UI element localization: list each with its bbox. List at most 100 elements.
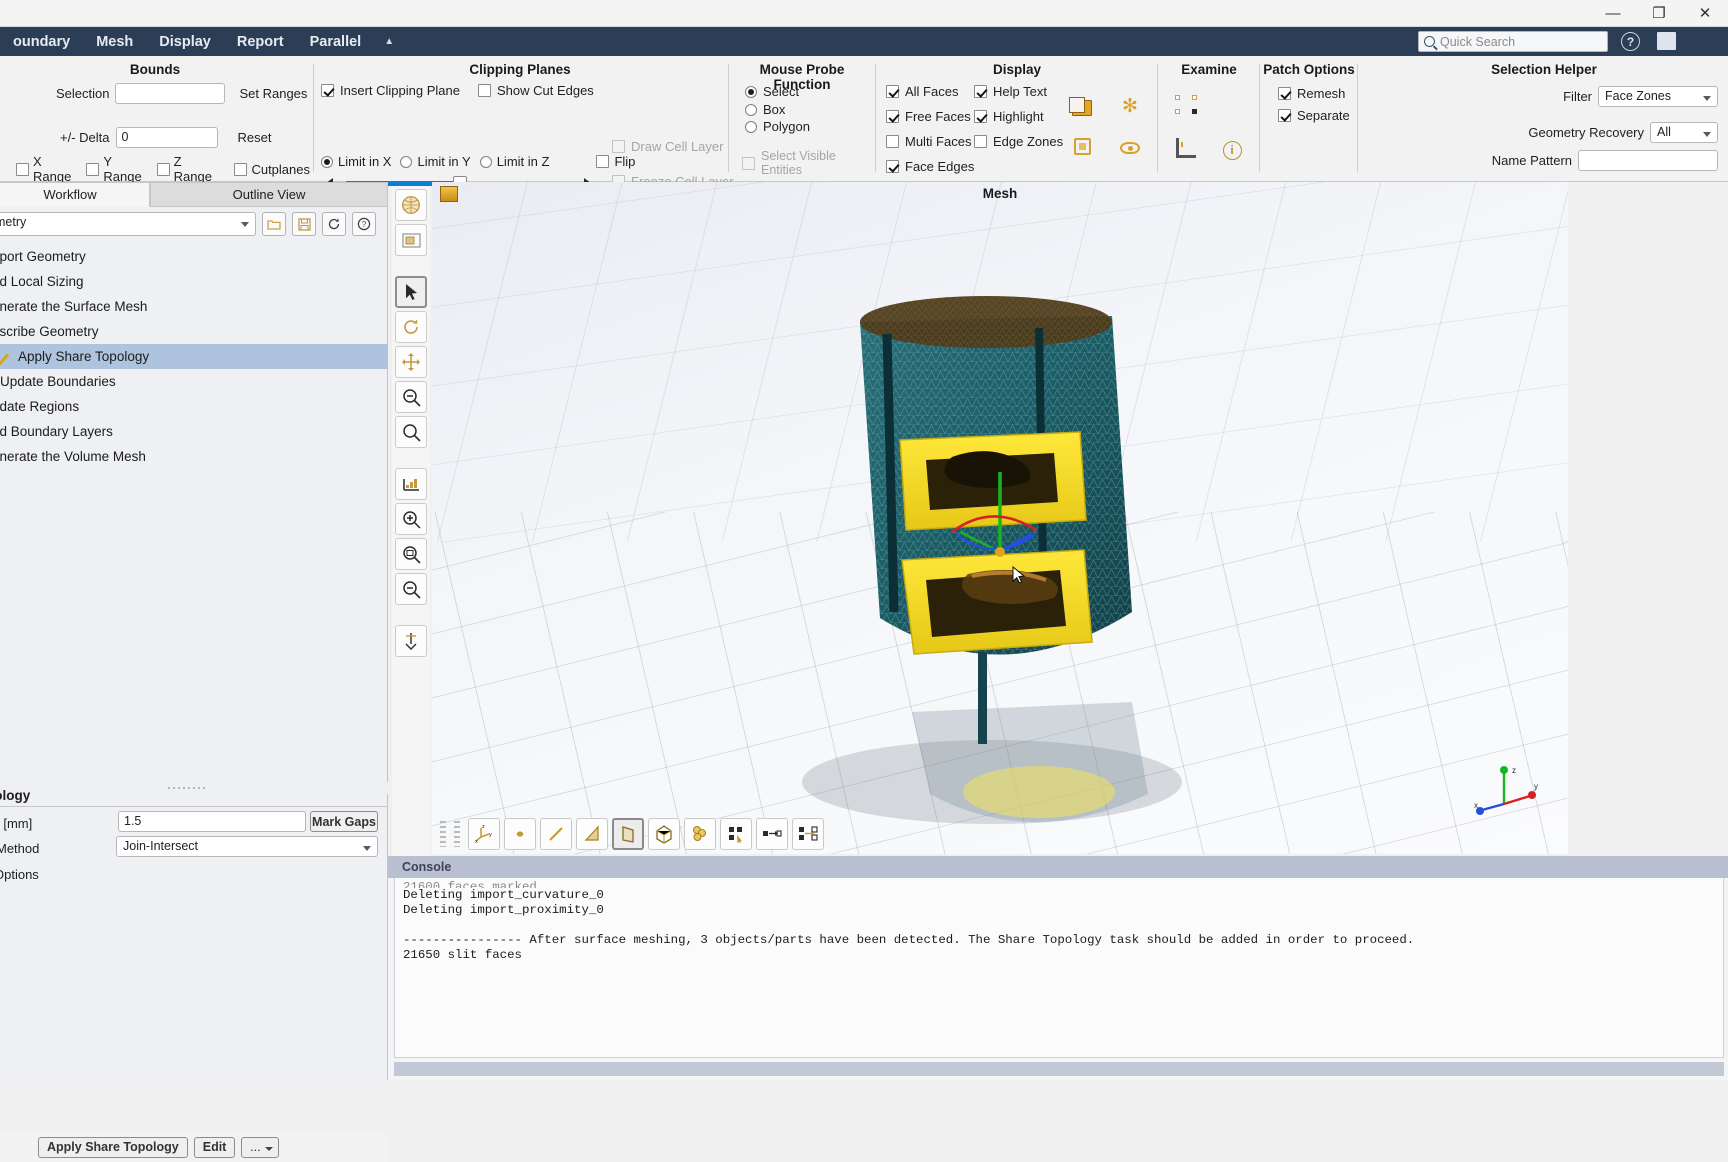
probe-box-radio[interactable] bbox=[745, 103, 757, 116]
help-icon[interactable]: ? bbox=[352, 212, 376, 236]
multi-faces-checkbox[interactable] bbox=[886, 135, 899, 148]
menu-item-display[interactable]: Display bbox=[146, 30, 224, 54]
zoom-to-fit-icon[interactable] bbox=[395, 416, 427, 448]
graphics-window[interactable]: Mesh z y x bbox=[432, 182, 1568, 854]
zoom-region-icon[interactable] bbox=[395, 538, 427, 570]
folder-icon[interactable] bbox=[1068, 94, 1096, 122]
menu-item-mesh[interactable]: Mesh bbox=[83, 30, 146, 54]
pointer-select-icon[interactable] bbox=[395, 276, 427, 308]
console-header[interactable]: Console bbox=[388, 856, 1728, 878]
axes-triad-icon[interactable]: zy x bbox=[468, 818, 500, 850]
z-range-checkbox[interactable] bbox=[156, 162, 170, 176]
menu-item-report[interactable]: Report bbox=[224, 30, 297, 54]
task-update-boundaries[interactable]: Update Boundaries bbox=[0, 369, 388, 394]
scale-ruler-icon[interactable] bbox=[395, 468, 427, 500]
more-options-button[interactable]: ... bbox=[241, 1136, 280, 1158]
multi-to-single-icon[interactable] bbox=[792, 818, 824, 850]
sparkle-icon[interactable]: ✻ bbox=[1116, 92, 1144, 120]
help-icon[interactable]: ? bbox=[1621, 32, 1640, 51]
selection-input[interactable] bbox=[115, 83, 226, 104]
limit-in-y-radio[interactable] bbox=[400, 155, 413, 168]
ribbon-collapse-icon[interactable]: ▲ bbox=[374, 32, 404, 51]
tab-outline-view[interactable]: Outline View bbox=[150, 182, 388, 207]
menu-item-boundary[interactable]: oundary bbox=[0, 30, 83, 54]
reset-icon[interactable] bbox=[322, 212, 346, 236]
ruler-icon[interactable] bbox=[1172, 134, 1200, 162]
cutplanes-checkbox[interactable] bbox=[234, 162, 248, 176]
filter-dropdown[interactable]: Face Zones bbox=[1598, 86, 1718, 107]
toolbar-grip-icon[interactable] bbox=[454, 821, 460, 847]
zoom-out-icon[interactable] bbox=[395, 381, 427, 413]
method-dropdown[interactable]: Join-Intersect bbox=[116, 836, 378, 857]
reset-button[interactable]: Reset bbox=[238, 130, 272, 145]
zoom-in-icon[interactable] bbox=[395, 503, 427, 535]
name-pattern-input[interactable] bbox=[1578, 150, 1718, 171]
eye-icon[interactable] bbox=[1116, 134, 1144, 162]
face-icon[interactable] bbox=[612, 818, 644, 850]
distance-input[interactable]: 1.5 bbox=[118, 811, 306, 832]
probe-select-radio[interactable] bbox=[745, 85, 757, 98]
mark-gaps-button[interactable]: Mark Gaps bbox=[310, 811, 378, 832]
z-range-label: Z Range bbox=[173, 154, 212, 184]
tab-workflow[interactable]: Workflow bbox=[0, 182, 150, 207]
task-add-local-sizing[interactable]: dd Local Sizing bbox=[0, 269, 388, 294]
close-button[interactable]: ✕ bbox=[1682, 0, 1728, 27]
console-output[interactable]: 21600 faces marked. Deleting import_curv… bbox=[394, 878, 1724, 1058]
set-ranges-button[interactable]: Set Ranges bbox=[239, 86, 307, 101]
limit-in-z-radio[interactable] bbox=[479, 155, 492, 168]
y-range-checkbox[interactable] bbox=[86, 162, 100, 176]
translate-icon[interactable] bbox=[395, 346, 427, 378]
x-range-checkbox[interactable] bbox=[16, 162, 29, 176]
help-text-checkbox[interactable] bbox=[974, 85, 987, 98]
save-icon[interactable] bbox=[292, 212, 316, 236]
panel-splitter[interactable] bbox=[0, 782, 388, 794]
delta-input[interactable]: 0 bbox=[115, 127, 218, 148]
geometry-recovery-dropdown[interactable]: All bbox=[1650, 122, 1718, 143]
task-describe-geometry[interactable]: escribe Geometry bbox=[0, 319, 388, 344]
show-cut-edges-checkbox[interactable] bbox=[477, 84, 491, 97]
task-generate-volume-mesh[interactable]: enerate the Volume Mesh bbox=[0, 444, 388, 469]
zoom-reset-icon[interactable] bbox=[395, 573, 427, 605]
flip-checkbox[interactable] bbox=[596, 155, 610, 168]
toolbar-grip-icon[interactable] bbox=[440, 821, 446, 847]
chip-icon[interactable] bbox=[1068, 132, 1096, 160]
limit-in-x-radio[interactable] bbox=[321, 155, 333, 168]
info-icon[interactable]: i bbox=[1218, 136, 1246, 164]
bounding-box-icon[interactable] bbox=[1172, 90, 1200, 118]
task-add-boundary-layers[interactable]: dd Boundary Layers bbox=[0, 419, 388, 444]
image-capture-icon[interactable] bbox=[395, 224, 427, 256]
edge-icon[interactable] bbox=[540, 818, 572, 850]
cell-icon[interactable] bbox=[648, 818, 680, 850]
task-generate-surface-mesh[interactable]: enerate the Surface Mesh bbox=[0, 294, 388, 319]
workflow-dropdown[interactable]: metry bbox=[0, 212, 256, 236]
task-import-geometry[interactable]: nport Geometry bbox=[0, 244, 388, 269]
probe-icon[interactable] bbox=[395, 625, 427, 657]
app-menu-icon[interactable] bbox=[1657, 32, 1676, 50]
rotate-icon[interactable] bbox=[395, 311, 427, 343]
all-faces-checkbox[interactable] bbox=[886, 85, 899, 98]
cell-zone-icon[interactable] bbox=[684, 818, 716, 850]
insert-clipping-plane-checkbox[interactable] bbox=[321, 84, 334, 97]
edit-button[interactable]: Edit bbox=[193, 1136, 236, 1158]
highlight-checkbox[interactable] bbox=[974, 110, 987, 123]
face-triangle-icon[interactable] bbox=[576, 818, 608, 850]
remesh-checkbox[interactable] bbox=[1278, 87, 1291, 100]
task-apply-share-topology[interactable]: Apply Share Topology bbox=[0, 344, 388, 369]
face-edges-checkbox[interactable] bbox=[886, 160, 899, 173]
console-line: 21650 slit faces bbox=[403, 948, 522, 962]
single-to-multi-icon[interactable] bbox=[756, 818, 788, 850]
apply-share-topology-button[interactable]: Apply Share Topology bbox=[38, 1136, 188, 1158]
menu-item-parallel[interactable]: Parallel bbox=[297, 30, 375, 54]
minimize-button[interactable]: — bbox=[1590, 0, 1636, 27]
node-icon[interactable] bbox=[504, 818, 536, 850]
probe-polygon-radio[interactable] bbox=[745, 120, 757, 133]
mesh-sphere-icon[interactable] bbox=[395, 189, 427, 221]
edge-zones-checkbox[interactable] bbox=[974, 135, 987, 148]
quick-search-input[interactable]: Quick Search bbox=[1418, 31, 1608, 52]
task-update-regions[interactable]: odate Regions bbox=[0, 394, 388, 419]
separate-checkbox[interactable] bbox=[1278, 109, 1291, 122]
maximize-button[interactable]: ❐ bbox=[1636, 0, 1682, 27]
zone-select-icon[interactable] bbox=[720, 818, 752, 850]
free-faces-checkbox[interactable] bbox=[886, 110, 899, 123]
open-folder-icon[interactable] bbox=[262, 212, 286, 236]
